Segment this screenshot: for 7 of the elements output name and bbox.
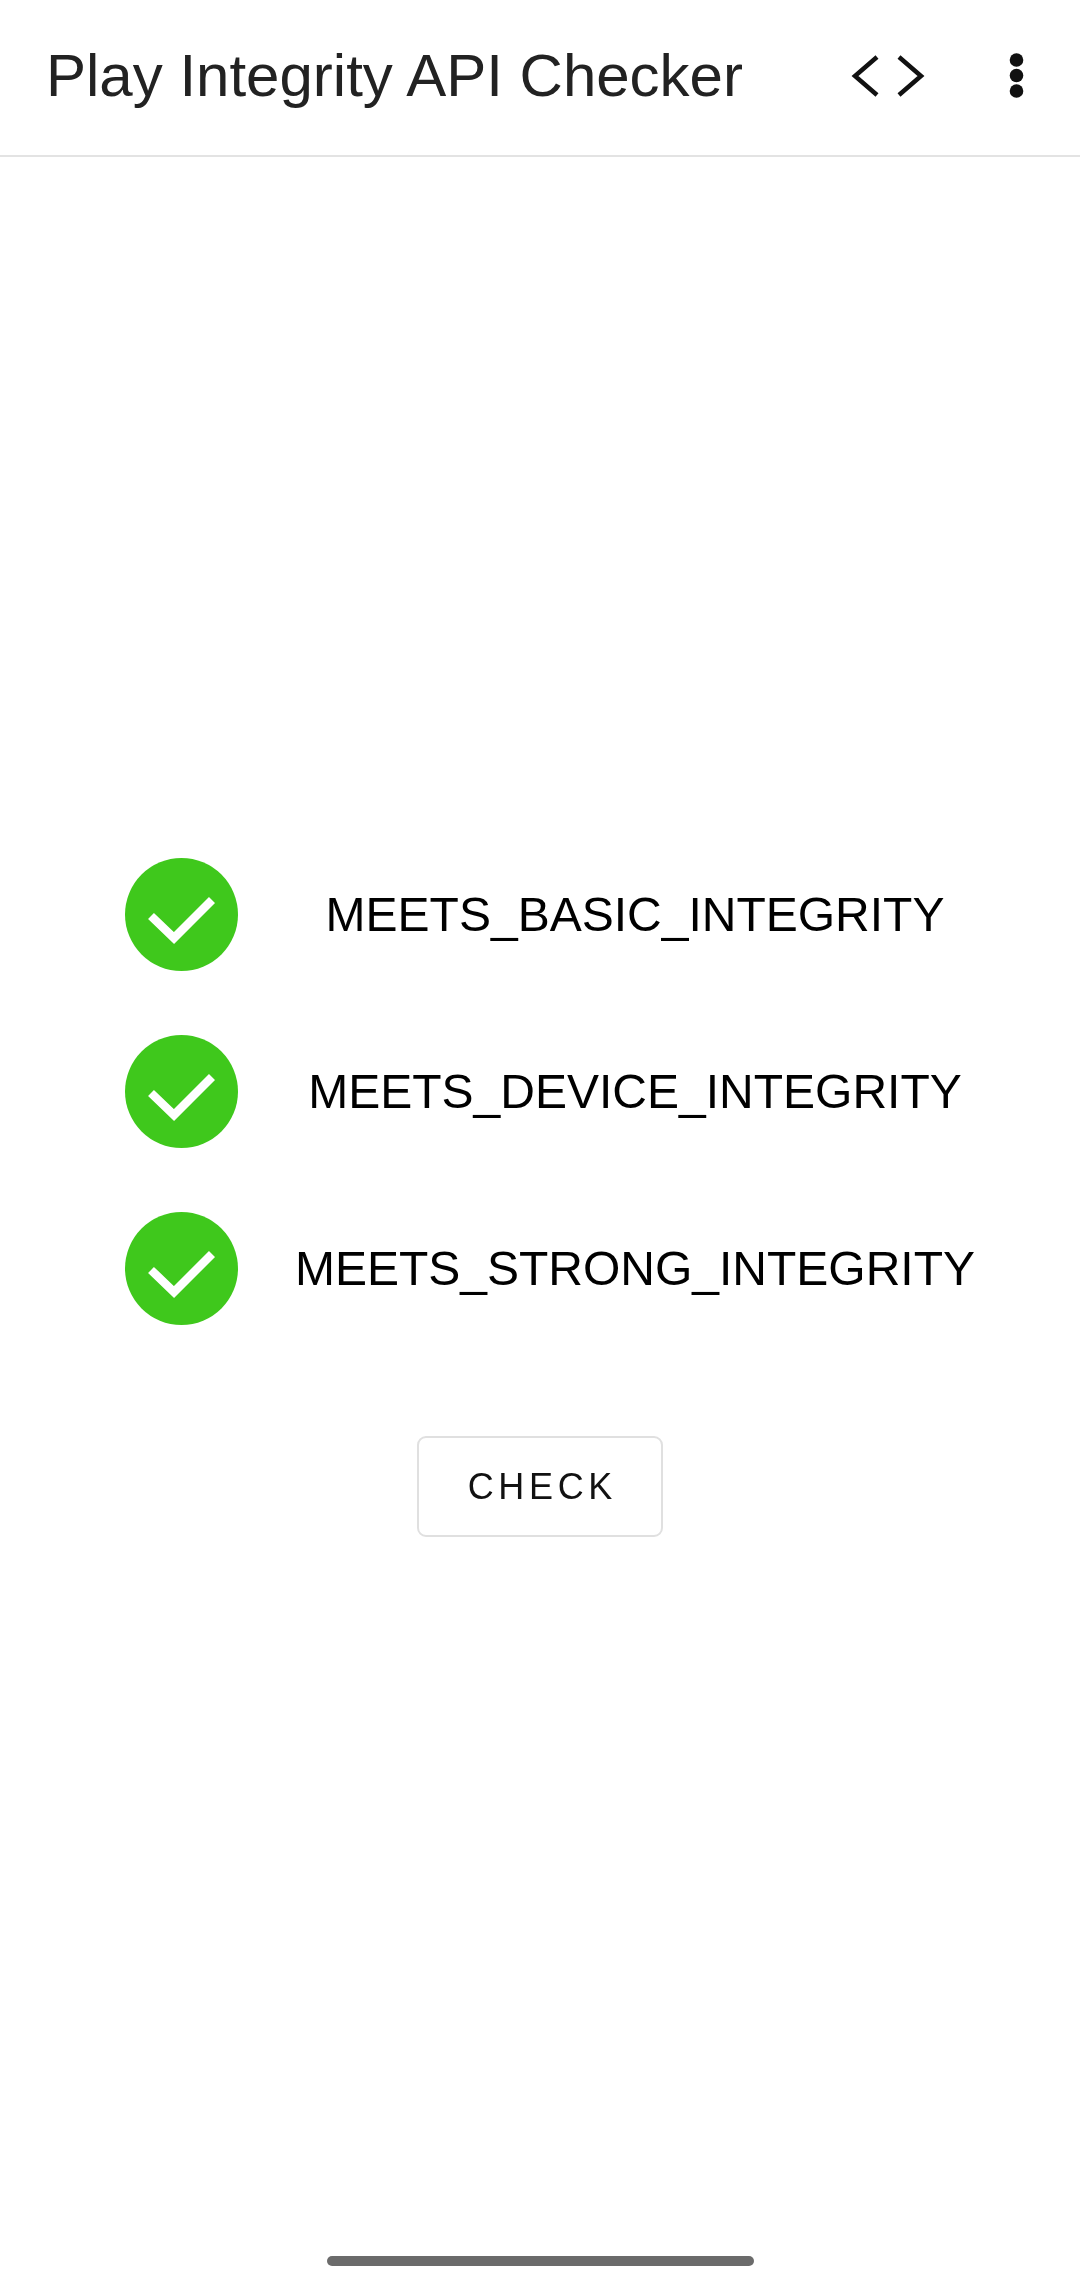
angle-brackets-icon[interactable] (851, 53, 925, 98)
integrity-verdict-label: MEETS_DEVICE_INTEGRITY (308, 1064, 962, 1119)
integrity-verdict-label: MEETS_BASIC_INTEGRITY (325, 887, 945, 942)
app-title: Play Integrity API Checker (46, 41, 744, 110)
check-button[interactable]: CHECK (417, 1436, 663, 1537)
integrity-verdict-label: MEETS_STRONG_INTEGRITY (294, 1241, 976, 1296)
more-menu-icon[interactable] (1009, 53, 1024, 98)
